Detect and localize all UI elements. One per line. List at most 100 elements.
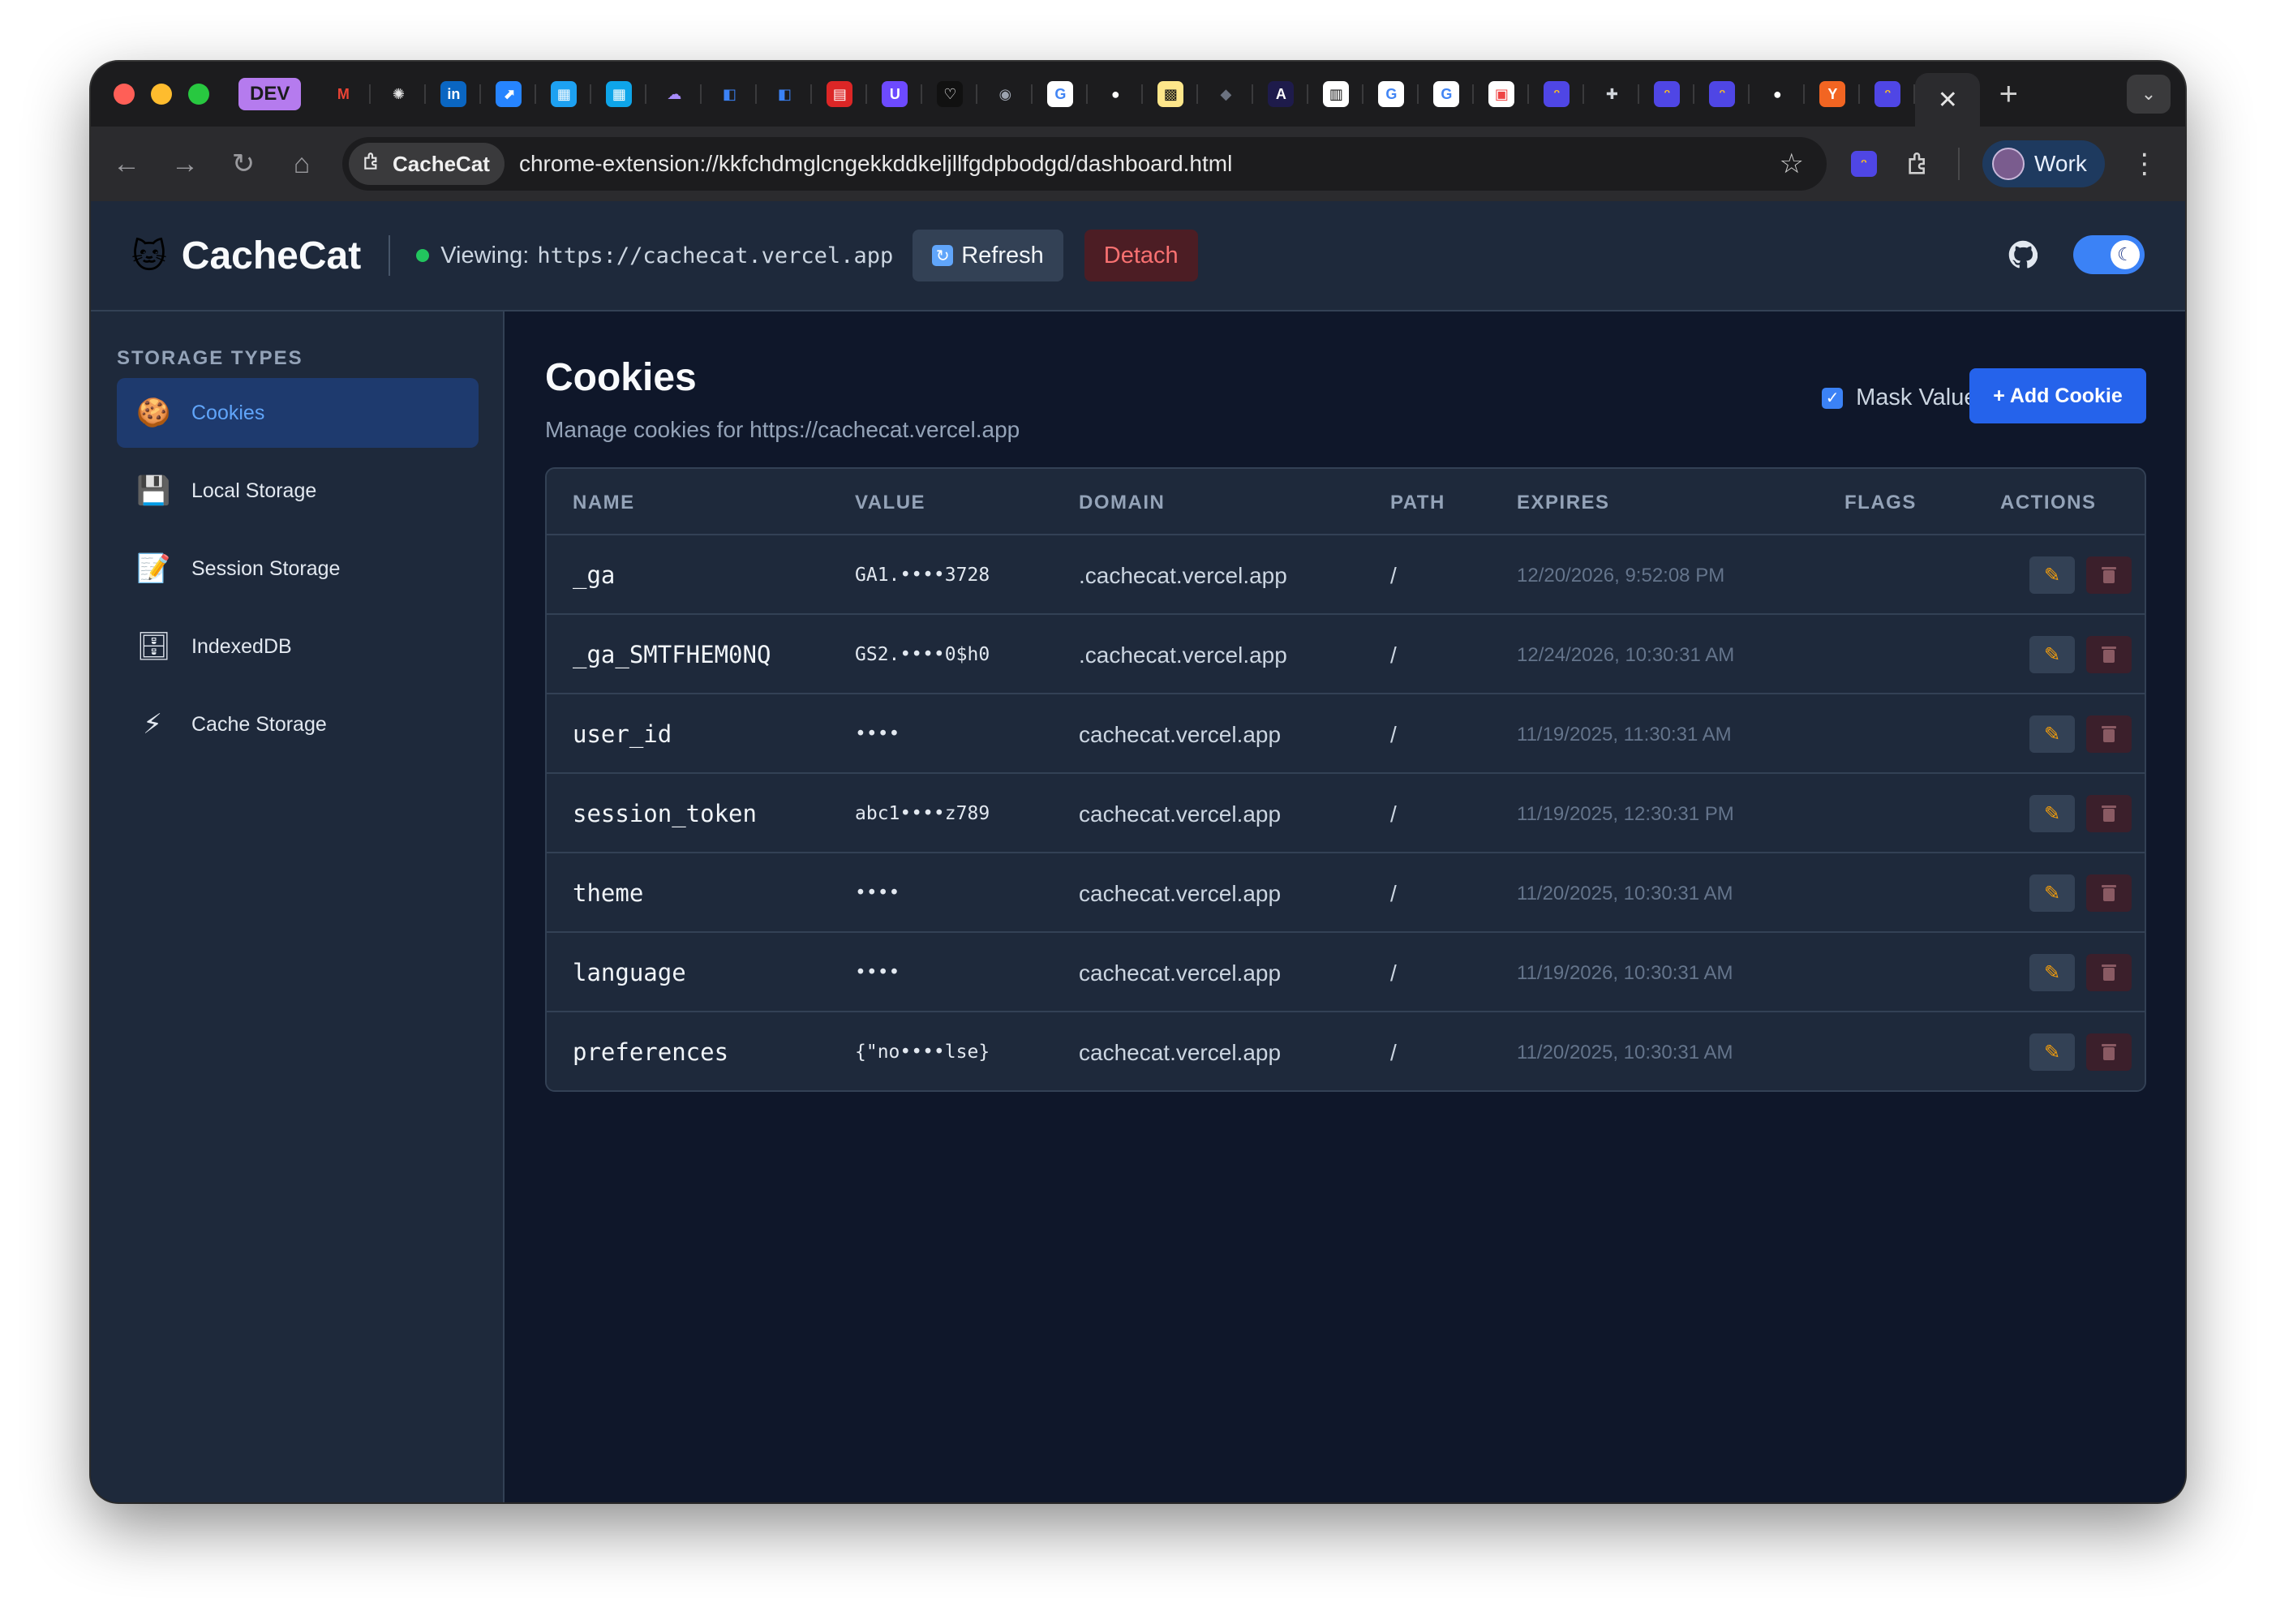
edit-cookie-button[interactable]: ✎	[2029, 636, 2075, 673]
pinned-tab[interactable]: ◆	[1198, 62, 1253, 127]
pinned-tab[interactable]: ▩	[1143, 62, 1198, 127]
edit-cookie-button[interactable]: ✎	[2029, 556, 2075, 594]
table-row: user_id••••cachecat.vercel.app/11/19/202…	[547, 694, 2145, 774]
pinned-tab[interactable]: ✚	[1584, 62, 1639, 127]
delete-cookie-button[interactable]	[2086, 636, 2132, 673]
pinned-tab[interactable]: ▤	[812, 62, 867, 127]
pinned-tab[interactable]: ᵔ	[1694, 62, 1750, 127]
home-button[interactable]: ⌂	[273, 148, 331, 180]
delete-cookie-button[interactable]	[2086, 1033, 2132, 1071]
maximize-window-button[interactable]	[188, 84, 209, 105]
extensions-puzzle-icon[interactable]	[1903, 148, 1935, 180]
edit-cookie-button[interactable]: ✎	[2029, 874, 2075, 912]
cachecat-extension-icon[interactable]: ᵔ	[1848, 148, 1880, 180]
arrow-left-icon: ←	[113, 148, 140, 180]
reload-button[interactable]: ↻	[214, 148, 273, 180]
url-text[interactable]: chrome-extension://kkfchdmglcngekkddkelj…	[519, 151, 1780, 177]
detach-button[interactable]: Detach	[1084, 230, 1198, 281]
close-window-button[interactable]	[114, 84, 135, 105]
cookie-path: /	[1390, 642, 1397, 668]
viewing-label: Viewing:	[440, 243, 529, 269]
sidebar-item-cache-storage[interactable]: ⚡Cache Storage	[117, 690, 479, 759]
pinned-tab[interactable]: M	[316, 62, 371, 127]
trash-icon	[2101, 1042, 2117, 1062]
delete-cookie-button[interactable]	[2086, 556, 2132, 594]
grid-icon: ▩	[1157, 81, 1183, 107]
cookie-name: theme	[573, 879, 643, 907]
bookmark-star-icon[interactable]: ☆	[1780, 148, 1804, 180]
close-tab-icon[interactable]: ✕	[1938, 86, 1958, 114]
mask-values-control[interactable]: ✓ Mask Values	[1822, 385, 1989, 411]
pencil-icon: ✎	[2044, 723, 2060, 746]
pinned-tab[interactable]: ●	[1088, 62, 1143, 127]
pinned-tab[interactable]: ◧	[702, 62, 757, 127]
connected-status-dot	[416, 249, 429, 262]
pinned-tab[interactable]: ▦	[591, 62, 646, 127]
pinned-tab[interactable]: Y	[1805, 62, 1860, 127]
delete-cookie-button[interactable]	[2086, 715, 2132, 753]
chevron-down-icon: ⌄	[2141, 84, 2156, 105]
active-tab[interactable]: ✕	[1915, 73, 1980, 127]
sidebar-item-session-storage[interactable]: 📝Session Storage	[117, 534, 479, 604]
pinned-tab[interactable]: in	[426, 62, 481, 127]
globe-icon: ◉	[992, 81, 1018, 107]
pinned-tab[interactable]: G	[1419, 62, 1474, 127]
dark-mode-toggle[interactable]: ☾	[2073, 235, 2145, 274]
delete-cookie-button[interactable]	[2086, 954, 2132, 991]
sidebar-item-local-storage[interactable]: 💾Local Storage	[117, 456, 479, 526]
pinned-tab[interactable]: ☁	[646, 62, 702, 127]
pinned-tab[interactable]: ᵔ	[1860, 62, 1915, 127]
back-button[interactable]: ←	[97, 148, 156, 180]
profile-button[interactable]: Work	[1982, 140, 2105, 187]
delete-cookie-button[interactable]	[2086, 795, 2132, 832]
app-header: 🐱 CacheCat Viewing: https://cachecat.ver…	[91, 201, 2185, 311]
pinned-tab[interactable]: ◉	[977, 62, 1033, 127]
tab-search-button[interactable]: ⌄	[2127, 75, 2171, 114]
edit-cookie-button[interactable]: ✎	[2029, 1033, 2075, 1071]
sidebar-title: STORAGE TYPES	[117, 347, 303, 370]
minimize-window-button[interactable]	[151, 84, 172, 105]
address-bar[interactable]: CacheCat chrome-extension://kkfchdmglcng…	[342, 137, 1827, 191]
sidebar-item-indexeddb[interactable]: 🗄IndexedDB	[117, 612, 479, 681]
pinned-tab[interactable]: ▣	[1474, 62, 1529, 127]
trash-icon	[2101, 565, 2117, 585]
cachecat-icon: ᵔ	[1544, 81, 1570, 107]
edit-cookie-button[interactable]: ✎	[2029, 715, 2075, 753]
cookie-domain: cachecat.vercel.app	[1079, 881, 1281, 907]
site-info-chip[interactable]: CacheCat	[349, 143, 505, 185]
forward-button[interactable]: →	[156, 148, 214, 180]
sidebar-item-cookies[interactable]: 🍪Cookies	[117, 378, 479, 448]
add-cookie-button[interactable]: + Add Cookie	[1969, 368, 2146, 423]
github-icon: ●	[1102, 81, 1128, 107]
cookie-domain: .cachecat.vercel.app	[1079, 642, 1287, 668]
sidebar-item-label: Session Storage	[191, 557, 340, 581]
browser-menu-icon[interactable]: ⋮	[2131, 148, 2158, 180]
pinned-tab[interactable]: G	[1363, 62, 1419, 127]
pinned-tab[interactable]: ♡	[922, 62, 977, 127]
github-icon[interactable]	[2007, 238, 2039, 271]
azure-devops-icon-2: ◧	[771, 81, 797, 107]
edit-cookie-button[interactable]: ✎	[2029, 954, 2075, 991]
pinned-tab[interactable]: ✺	[371, 62, 426, 127]
edit-cookie-button[interactable]: ✎	[2029, 795, 2075, 832]
pinned-tab[interactable]: ●	[1750, 62, 1805, 127]
pinned-tab[interactable]: ▥	[1308, 62, 1363, 127]
cookie-expires: 12/24/2026, 10:30:31 AM	[1517, 644, 1734, 667]
pinned-tab[interactable]: ᵔ	[1639, 62, 1694, 127]
cookie-value: ••••	[855, 962, 900, 983]
refresh-button[interactable]: ↻ Refresh	[913, 230, 1063, 281]
cookie-value: GS2.••••0$h0	[855, 644, 990, 665]
pinned-tab[interactable]: ᵔ	[1529, 62, 1584, 127]
dev-badge[interactable]: DEV	[238, 78, 301, 110]
chart-app-icon: ▥	[1323, 81, 1349, 107]
pinned-tab[interactable]: ▦	[536, 62, 591, 127]
pinned-tab[interactable]: U	[867, 62, 922, 127]
delete-cookie-button[interactable]	[2086, 874, 2132, 912]
mask-values-checkbox[interactable]: ✓	[1822, 388, 1843, 409]
pinned-tab[interactable]: ◧	[757, 62, 812, 127]
new-tab-button[interactable]: +	[1980, 76, 2037, 113]
pinned-tab[interactable]: ⬈	[481, 62, 536, 127]
table-row: _ga_SMTFHEM0NQGS2.••••0$h0.cachecat.verc…	[547, 615, 2145, 694]
pinned-tab[interactable]: A	[1253, 62, 1308, 127]
pinned-tab[interactable]: G	[1033, 62, 1088, 127]
